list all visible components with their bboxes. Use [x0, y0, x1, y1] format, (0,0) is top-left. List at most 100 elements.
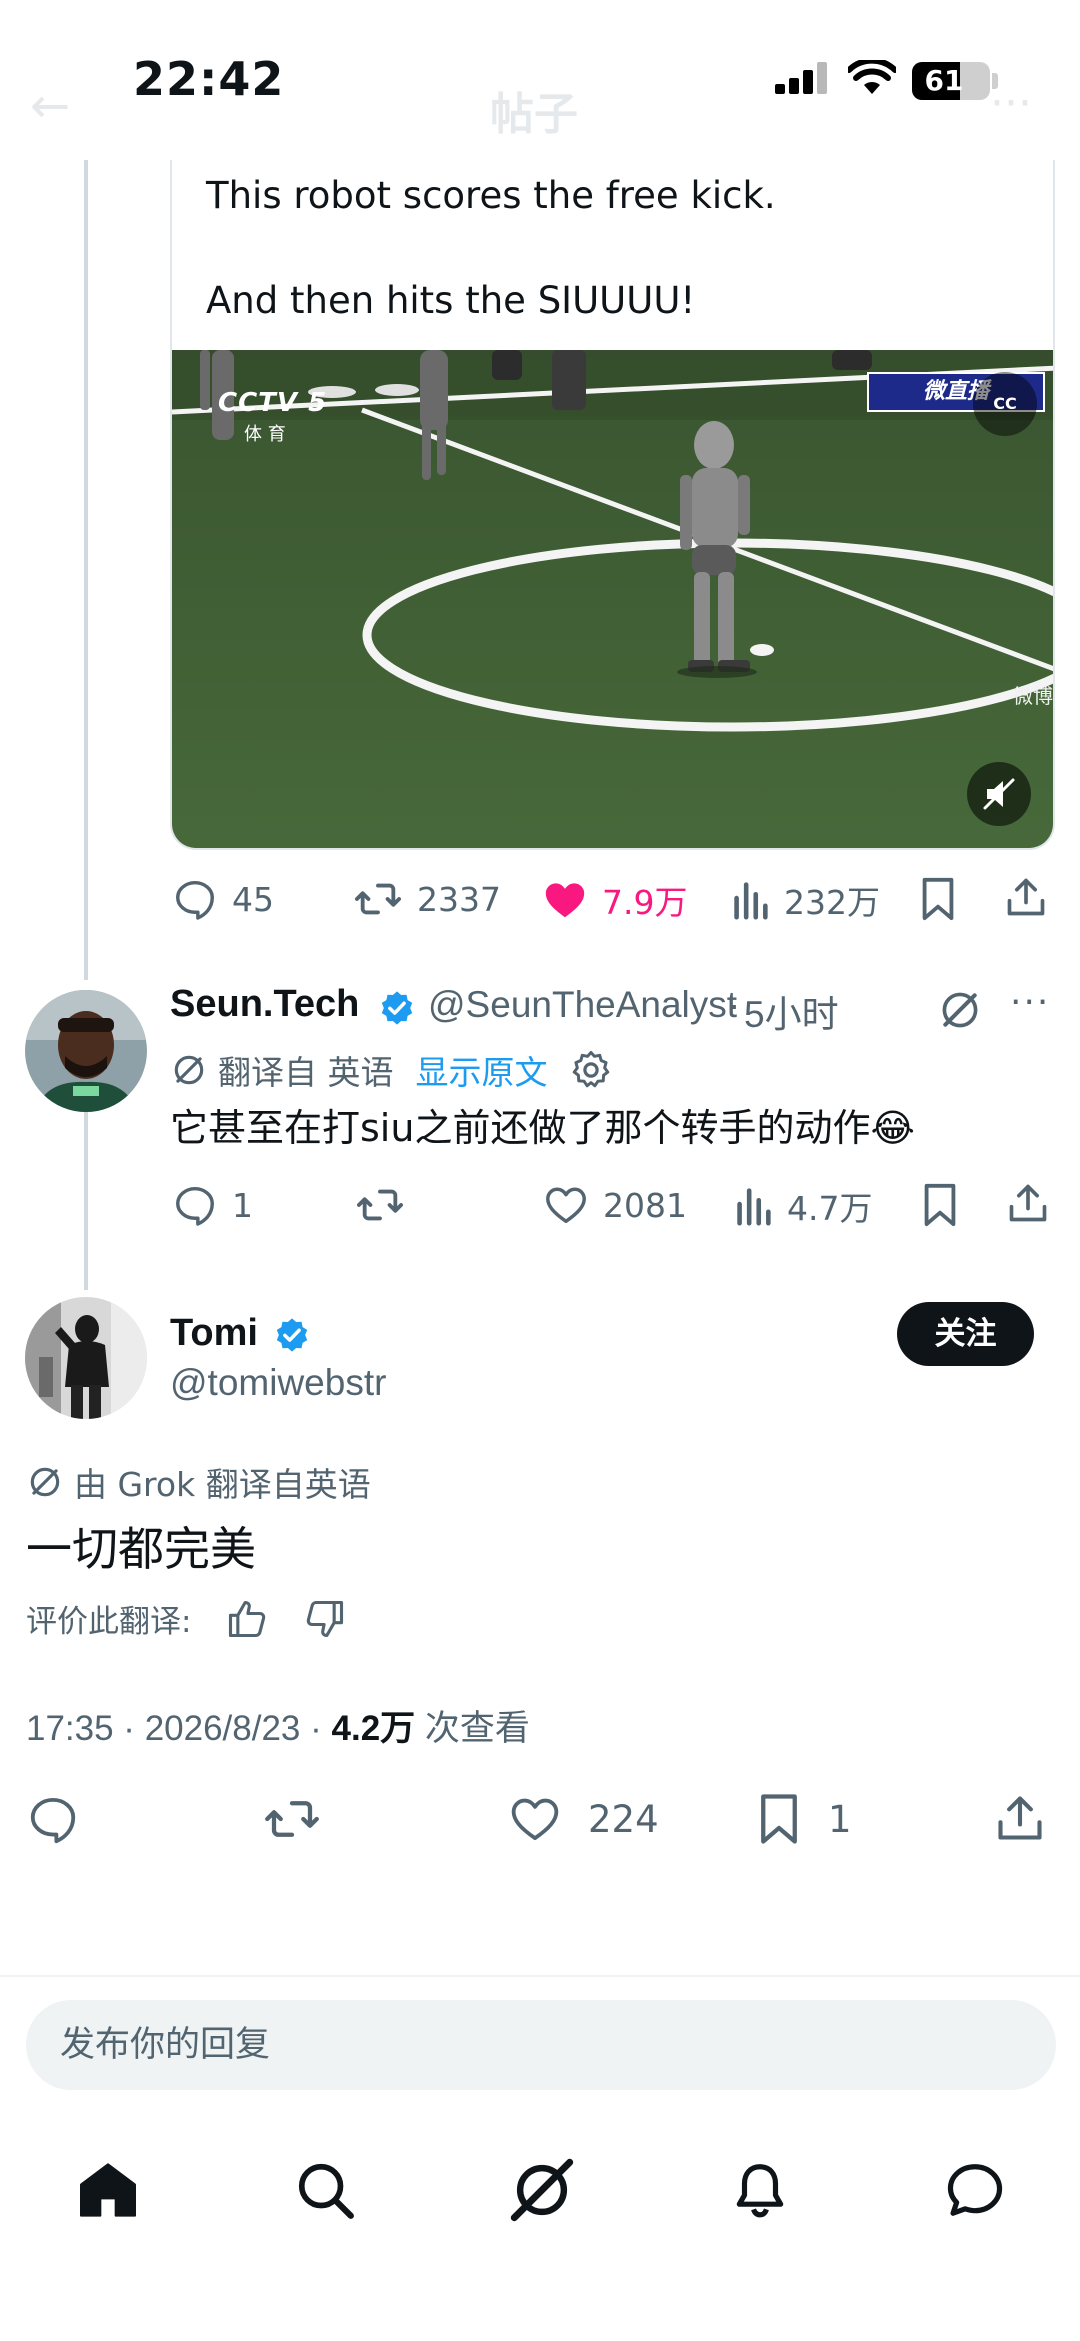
timestamp: 17:35 · 2026/8/23 · — [26, 1709, 332, 1748]
reply-author-name[interactable]: Seun.Tech — [170, 983, 359, 1026]
reply-author-handle[interactable]: @SeunTheAnalyst — [428, 984, 737, 1026]
share-action[interactable] — [1004, 874, 1048, 920]
views-suffix: 次查看 — [415, 1709, 530, 1748]
grok-icon[interactable] — [938, 988, 982, 1032]
repost-action[interactable]: 2337 — [353, 876, 501, 922]
battery-cap — [992, 73, 998, 89]
battery-level-text: 61 — [924, 64, 964, 97]
thread-line — [84, 160, 88, 980]
avatar-tomi[interactable] — [25, 1297, 147, 1419]
bookmark-action[interactable]: 1 — [756, 1792, 852, 1846]
separator-dot: · — [728, 984, 741, 1025]
repost-action[interactable] — [262, 1792, 322, 1846]
rate-translation-label: 评价此翻译: — [26, 1604, 192, 1640]
reply-action[interactable]: 45 — [172, 876, 274, 922]
main-author-name[interactable]: Tomi — [170, 1312, 258, 1355]
like-action[interactable]: 224 — [508, 1792, 659, 1846]
follow-button[interactable]: 关注 — [897, 1302, 1034, 1366]
share-icon — [1009, 1184, 1047, 1222]
status-bar: ← 帖子 ··· 22:42 61 — [0, 0, 1080, 160]
views-icon — [734, 882, 768, 920]
share-icon — [998, 1796, 1042, 1840]
messages-icon — [947, 2164, 1003, 2216]
reply-icon — [176, 880, 214, 920]
reply-action[interactable]: 1 — [172, 1182, 253, 1228]
main-tweet-text: 一切都完美 — [26, 1522, 256, 1576]
bottom-navigation — [0, 2130, 1080, 2250]
more-options-icon[interactable]: ··· — [1010, 982, 1050, 1023]
reply-input[interactable]: 发布你的回复 — [26, 2000, 1056, 2090]
like-action[interactable]: 2081 — [543, 1182, 687, 1228]
avatar-seun[interactable] — [25, 990, 147, 1112]
grok-icon — [510, 2158, 574, 2222]
grok-translate-icon — [174, 1055, 204, 1085]
cctv-sub-label: 体 育 — [244, 424, 286, 445]
search-icon — [298, 2163, 354, 2219]
verified-icon — [276, 1318, 308, 1352]
reply-icon — [30, 1797, 76, 1844]
closed-captions-button[interactable]: CC — [973, 372, 1037, 436]
bookmark-icon — [922, 877, 954, 921]
weibo-watermark: 微博 — [1013, 684, 1053, 708]
home-icon — [80, 2163, 136, 2217]
share-icon — [1007, 878, 1045, 916]
heart-icon — [546, 1187, 586, 1224]
reply-count: 45 — [232, 879, 274, 919]
repost-icon — [354, 883, 401, 915]
bookmark-action[interactable] — [918, 876, 958, 922]
heart-icon — [511, 1798, 559, 1841]
views-icon — [737, 1188, 771, 1226]
wifi-icon — [848, 60, 896, 94]
settings-icon[interactable] — [570, 1049, 612, 1091]
avatar-image — [25, 1297, 147, 1419]
tweet-meta: 17:35 · 2026/8/23 · 4.2万 次查看 — [26, 1700, 530, 1751]
repost-icon — [356, 1189, 403, 1221]
repost-count: 2337 — [417, 879, 501, 919]
reply-action[interactable] — [26, 1792, 80, 1846]
like-count: 7.9万 — [602, 883, 688, 922]
repost-action[interactable] — [355, 1182, 405, 1228]
reply-text: 它甚至在打siu之前还做了那个转手的动作😂 — [170, 1106, 915, 1150]
quoted-tweet-line-2: And then hits the SIUUUU! — [206, 279, 696, 322]
battery-indicator: 61 — [912, 62, 990, 100]
share-action[interactable] — [1006, 1180, 1050, 1226]
rate-translation-row: 评价此翻译: — [26, 1596, 347, 1641]
nav-messages[interactable] — [935, 2150, 1015, 2230]
bookmark-icon — [761, 1794, 797, 1844]
grok-translate-icon — [30, 1467, 60, 1497]
thumbs-down-icon[interactable] — [303, 1597, 347, 1641]
views-action[interactable]: 232万 — [730, 876, 880, 924]
mute-button[interactable] — [967, 762, 1031, 826]
share-action[interactable] — [994, 1790, 1046, 1846]
grok-translation-row: 由 Grok 翻译自英语 — [26, 1458, 371, 1506]
heart-filled-icon — [545, 883, 585, 918]
verified-icon — [381, 991, 413, 1025]
reply-count: 1 — [232, 1185, 253, 1225]
quoted-tweet-card[interactable]: This robot scores the free kick. And the… — [170, 150, 1055, 850]
avatar-image — [25, 990, 147, 1112]
nav-home[interactable] — [68, 2150, 148, 2230]
nav-search[interactable] — [285, 2150, 365, 2230]
grok-translated-label: 由 Grok 翻译自英语 — [74, 1465, 371, 1504]
nav-notifications[interactable] — [720, 2150, 800, 2230]
bookmark-count: 1 — [828, 1797, 852, 1841]
views-action[interactable]: 4.7万 — [733, 1182, 872, 1230]
bookmark-action[interactable] — [920, 1182, 960, 1228]
translated-label: 翻译自 英语 — [218, 1053, 394, 1092]
reply-time: 5小时 — [744, 994, 839, 1035]
like-count: 2081 — [603, 1185, 687, 1225]
main-author-handle[interactable]: @tomiwebstr — [170, 1362, 386, 1404]
bookmark-icon — [924, 1183, 956, 1227]
nav-grok[interactable] — [502, 2150, 582, 2230]
views-count: 4.2万 — [331, 1709, 416, 1748]
repost-icon — [265, 1801, 319, 1837]
thumbs-up-icon[interactable] — [225, 1597, 269, 1641]
cctv-logo: CCTV 5 — [218, 388, 328, 418]
video-frame — [172, 350, 1053, 848]
video-player[interactable]: CCTV 5 体 育 微直播 CC 微博 — [172, 350, 1053, 848]
like-action[interactable]: 7.9万 — [542, 876, 687, 924]
like-count: 224 — [588, 1797, 659, 1841]
show-original-link[interactable]: 显示原文 — [416, 1046, 548, 1094]
back-arrow-icon[interactable]: ← — [30, 78, 70, 134]
notifications-icon — [736, 2164, 784, 2218]
